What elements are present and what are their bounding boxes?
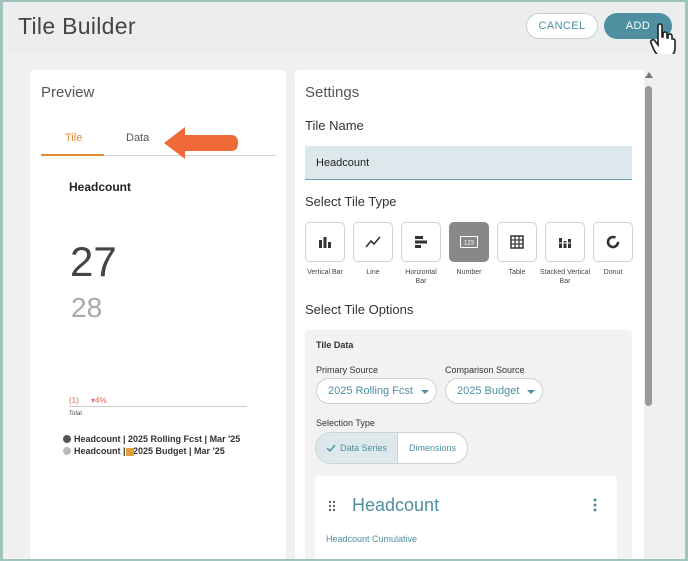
- tile-type-label: Donut: [603, 269, 623, 276]
- dialog-title: Tile Builder: [18, 13, 136, 39]
- primary-value: 27: [70, 238, 117, 285]
- more-options-icon[interactable]: [593, 498, 597, 512]
- orange-arrow-icon: [164, 127, 238, 159]
- tile-type-line[interactable]: [353, 222, 393, 262]
- preview-title: Preview: [41, 84, 95, 101]
- selection-type-label: Selection Type: [316, 418, 375, 428]
- vertical-bar-icon: [319, 237, 331, 248]
- tile-type-donut[interactable]: [593, 222, 633, 262]
- total-label: Total: [69, 411, 82, 417]
- tile-type-vertical-bar[interactable]: [305, 222, 345, 262]
- tile-type-heading: Select Tile Type: [305, 194, 397, 209]
- preview-panel: Preview Tile Data Headcount 27 28 (1) ▾4…: [30, 70, 286, 559]
- svg-text:123: 123: [464, 241, 475, 247]
- variance-divider: [69, 406, 247, 407]
- scroll-up-icon[interactable]: [645, 72, 653, 78]
- dialog-header: Tile Builder CANCEL ADD: [3, 2, 685, 58]
- scrollbar-thumb[interactable]: [645, 86, 652, 406]
- data-series-option[interactable]: Data Series: [316, 433, 398, 463]
- dimensions-option[interactable]: Dimensions: [398, 433, 467, 463]
- data-series-label: Data Series: [339, 443, 388, 453]
- legend-item-primary: Headcount | 2025 Rolling Fcst | Mar '25: [63, 434, 240, 444]
- comparison-value: 28: [71, 292, 103, 323]
- line-chart-icon: [365, 236, 381, 248]
- series-card-subtitle: Headcount Cumulative: [326, 534, 418, 544]
- tile-type-number[interactable]: 123: [449, 222, 489, 262]
- lock-icon: [126, 448, 134, 456]
- legend-item-comparison: Headcount | 2025 Budget | Mar '25: [63, 446, 225, 456]
- primary-source-select[interactable]: 2025 Rolling Fcst: [316, 378, 437, 404]
- series-card-title: Headcount: [352, 495, 440, 515]
- drag-handle-icon[interactable]: [328, 500, 336, 512]
- selection-type-toggle: Data Series Dimensions: [315, 432, 468, 464]
- tile-type-horizontal-bar[interactable]: [401, 222, 441, 262]
- tile-type-stacked-vertical-bar[interactable]: [545, 222, 585, 262]
- tile-options-heading: Select Tile Options: [305, 302, 414, 317]
- legend-label: Headcount | 2025 Rolling Fcst | Mar '25: [74, 434, 241, 444]
- table-icon: [510, 235, 524, 249]
- stacked-bar-icon: [559, 238, 571, 248]
- check-icon: [326, 444, 336, 452]
- series-card: Headcount Headcount Cumulative: [315, 476, 617, 559]
- horizontal-bar-icon: [415, 236, 427, 248]
- tile-name-input[interactable]: Headcount: [305, 146, 632, 180]
- active-tab-indicator: [41, 154, 104, 156]
- tile-data-section: Tile Data Primary Source Comparison Sour…: [305, 330, 632, 559]
- tile-name-heading: Tile Name: [305, 118, 364, 133]
- comparison-source-value: 2025 Budget: [457, 385, 520, 397]
- settings-title: Settings: [305, 84, 360, 101]
- number-icon: 123: [460, 236, 478, 248]
- variance-percent: ▾4%: [91, 396, 107, 405]
- donut-icon: [606, 235, 620, 249]
- primary-source-value: 2025 Rolling Fcst: [328, 385, 413, 397]
- tile-builder-dialog: Tile Builder CANCEL ADD Preview Tile Dat…: [3, 2, 685, 559]
- comparison-source-select[interactable]: 2025 Budget: [445, 378, 543, 404]
- legend-dot-icon: [63, 435, 71, 443]
- primary-source-label: Primary Source: [316, 365, 379, 375]
- tile-type-table[interactable]: [497, 222, 537, 262]
- legend-label: Headcount | 2025 Budget | Mar '25: [74, 446, 225, 456]
- tile-data-heading: Tile Data: [316, 340, 354, 350]
- variance-value: (1): [69, 396, 79, 405]
- preview-tile-name: Headcount: [69, 180, 132, 194]
- chevron-down-icon: [527, 390, 535, 394]
- cancel-button[interactable]: CANCEL: [526, 13, 598, 39]
- settings-panel: Settings Tile Name Headcount Select Tile…: [295, 70, 644, 559]
- tab-tile[interactable]: Tile: [65, 132, 82, 144]
- legend-dot-icon: [63, 447, 71, 455]
- comparison-source-label: Comparison Source: [445, 365, 525, 375]
- chevron-down-icon: [421, 390, 429, 394]
- tab-data[interactable]: Data: [126, 132, 149, 144]
